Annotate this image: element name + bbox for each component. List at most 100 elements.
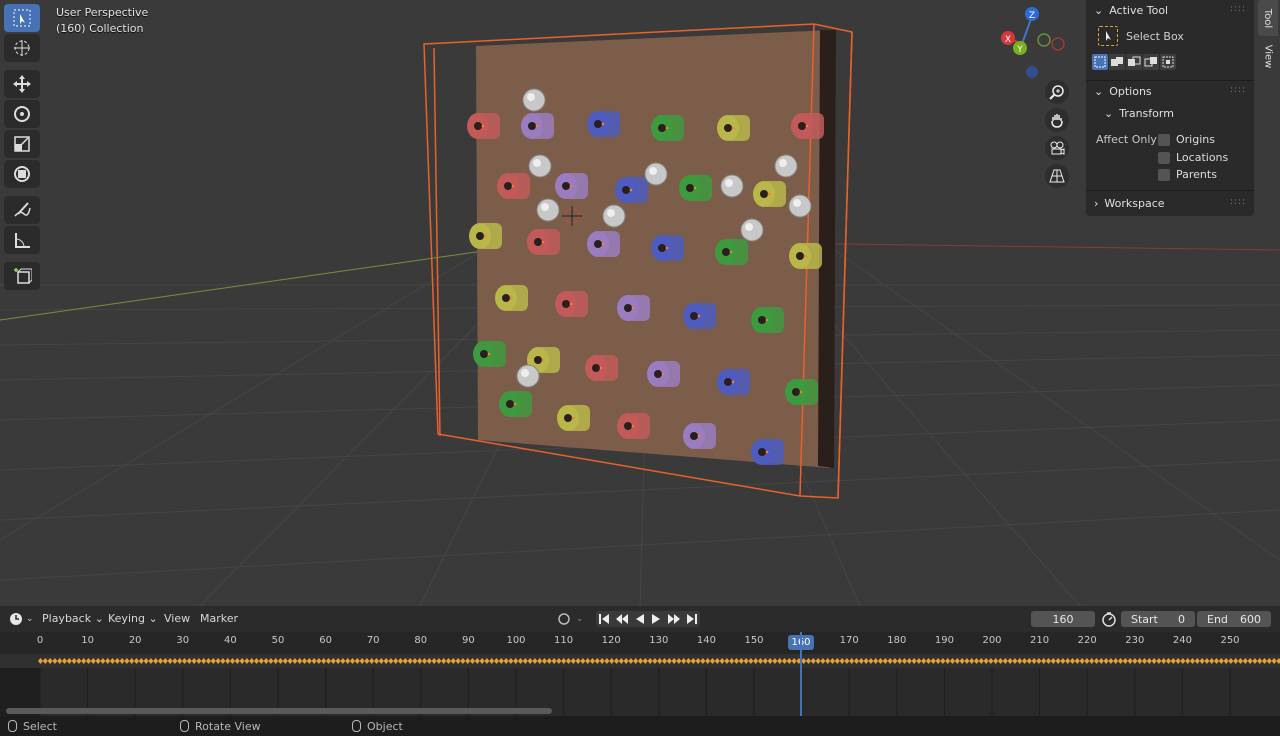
move-tool-button[interactable] bbox=[4, 70, 40, 98]
horizontal-scrollbar[interactable] bbox=[6, 708, 552, 714]
workspace-header[interactable]: › Workspace bbox=[1094, 197, 1165, 210]
end-frame-field[interactable]: End 600 bbox=[1197, 611, 1271, 627]
pan-view-button[interactable] bbox=[1045, 108, 1069, 132]
jump-end-icon[interactable] bbox=[686, 613, 698, 625]
summary-keyframes-row[interactable] bbox=[0, 654, 1280, 668]
peg-cylinder[interactable] bbox=[751, 439, 784, 465]
affect-locations-checkbox[interactable]: Locations bbox=[1158, 151, 1228, 164]
start-frame-field[interactable]: Start 0 bbox=[1121, 611, 1195, 627]
ball-sphere[interactable] bbox=[774, 154, 798, 178]
playhead-line[interactable] bbox=[800, 632, 802, 716]
keying-menu[interactable]: Keying ⌄ bbox=[108, 612, 158, 625]
peg-cylinder[interactable] bbox=[717, 369, 750, 395]
ball-sphere[interactable] bbox=[522, 88, 546, 112]
ball-sphere[interactable] bbox=[644, 162, 668, 186]
transform-header[interactable]: ⌄ Transform bbox=[1104, 107, 1174, 120]
play-reverse-icon[interactable] bbox=[634, 613, 646, 625]
ball-sphere[interactable] bbox=[536, 198, 560, 222]
drag-handle-icon[interactable]: :::: bbox=[1230, 4, 1246, 14]
tab-tool[interactable]: Tool bbox=[1258, 0, 1278, 36]
peg-cylinder[interactable] bbox=[751, 307, 784, 333]
add-cube-tool-button[interactable] bbox=[4, 262, 40, 290]
ball-sphere[interactable] bbox=[788, 194, 812, 218]
sphere-highlight bbox=[541, 203, 549, 211]
peg-cylinder[interactable] bbox=[469, 223, 502, 249]
peg-cylinder[interactable] bbox=[521, 113, 554, 139]
neg-x-axis-icon[interactable] bbox=[1051, 37, 1065, 51]
ball-sphere[interactable] bbox=[740, 218, 764, 242]
prev-keyframe-icon[interactable] bbox=[615, 613, 629, 625]
mode-subtract-button[interactable] bbox=[1126, 54, 1142, 70]
current-frame-field[interactable]: 160 bbox=[1031, 611, 1095, 627]
frame-ruler[interactable]: 0 10 20 30 40 50 60 70 80 90 100 110 120 130 140 150 170… bbox=[0, 632, 1280, 654]
peg-cylinder[interactable] bbox=[587, 111, 620, 137]
drag-handle-icon[interactable]: :::: bbox=[1230, 197, 1246, 207]
3d-cursor-icon[interactable] bbox=[562, 206, 582, 226]
select-box-tool-icon[interactable] bbox=[1098, 26, 1118, 46]
camera-view-button[interactable] bbox=[1045, 136, 1069, 160]
peg-cylinder[interactable] bbox=[791, 113, 824, 139]
peg-cylinder[interactable] bbox=[789, 243, 822, 269]
peg-cylinder[interactable] bbox=[785, 379, 818, 405]
options-header[interactable]: ⌄ Options bbox=[1094, 85, 1152, 98]
auto-keying-toggle[interactable]: ⌄ bbox=[556, 611, 584, 627]
keyframe-diamond bbox=[1257, 658, 1263, 664]
peg-cylinder[interactable] bbox=[555, 173, 588, 199]
zoom-view-button[interactable] bbox=[1045, 80, 1069, 104]
peg-cylinder[interactable] bbox=[683, 423, 716, 449]
tab-view[interactable]: View bbox=[1258, 38, 1278, 74]
neg-z-axis-icon[interactable] bbox=[1026, 66, 1038, 78]
scale-tool-button[interactable] bbox=[4, 130, 40, 158]
neg-y-axis-icon[interactable] bbox=[1037, 33, 1051, 47]
peg-cylinder[interactable] bbox=[715, 239, 748, 265]
peg-cylinder[interactable] bbox=[683, 303, 716, 329]
mode-invert-button[interactable] bbox=[1143, 54, 1159, 70]
peg-cylinder[interactable] bbox=[499, 391, 532, 417]
jump-start-icon[interactable] bbox=[598, 613, 610, 625]
peg-cylinder[interactable] bbox=[647, 361, 680, 387]
view-menu[interactable]: View bbox=[164, 612, 190, 625]
peg-cylinder[interactable] bbox=[717, 115, 750, 141]
peg-cylinder[interactable] bbox=[651, 115, 684, 141]
peg-cylinder[interactable] bbox=[495, 285, 528, 311]
peg-cylinder[interactable] bbox=[679, 175, 712, 201]
mode-extend-button[interactable] bbox=[1109, 54, 1125, 70]
peg-cylinder[interactable] bbox=[617, 413, 650, 439]
ball-sphere[interactable] bbox=[516, 364, 540, 388]
editor-type-button[interactable]: ⌄ bbox=[8, 611, 34, 627]
mode-intersect-button[interactable] bbox=[1160, 54, 1176, 70]
cursor-tool-button[interactable] bbox=[4, 34, 40, 62]
peg-cylinder[interactable] bbox=[753, 181, 786, 207]
perspective-toggle-button[interactable] bbox=[1045, 164, 1069, 188]
marker-menu[interactable]: Marker bbox=[200, 612, 238, 625]
play-icon[interactable] bbox=[650, 613, 662, 625]
transform-tool-button[interactable] bbox=[4, 160, 40, 188]
rotate-tool-button[interactable] bbox=[4, 100, 40, 128]
peg-cylinder[interactable] bbox=[555, 291, 588, 317]
peg-cylinder[interactable] bbox=[527, 229, 560, 255]
peg-cylinder[interactable] bbox=[497, 173, 530, 199]
peg-cylinder[interactable] bbox=[467, 113, 500, 139]
active-tool-header[interactable]: ⌄ Active Tool bbox=[1094, 4, 1168, 17]
ball-sphere[interactable] bbox=[602, 204, 626, 228]
navigation-gizmo[interactable]: Z X Y bbox=[996, 4, 1068, 80]
peg-cylinder[interactable] bbox=[617, 295, 650, 321]
drag-handle-icon[interactable]: :::: bbox=[1230, 85, 1246, 95]
peg-cylinder[interactable] bbox=[557, 405, 590, 431]
peg-cylinder[interactable] bbox=[585, 355, 618, 381]
select-box-tool-button[interactable] bbox=[4, 4, 40, 32]
playback-menu[interactable]: Playback ⌄ bbox=[42, 612, 104, 625]
peg-cylinder[interactable] bbox=[587, 231, 620, 257]
peg-cylinder[interactable] bbox=[615, 177, 648, 203]
peg-cylinder[interactable] bbox=[473, 341, 506, 367]
ball-sphere[interactable] bbox=[528, 154, 552, 178]
mode-set-button[interactable] bbox=[1092, 54, 1108, 70]
stopwatch-icon[interactable] bbox=[1101, 611, 1117, 627]
next-keyframe-icon[interactable] bbox=[667, 613, 681, 625]
affect-parents-checkbox[interactable]: Parents bbox=[1158, 168, 1217, 181]
annotate-tool-button[interactable] bbox=[4, 196, 40, 224]
ball-sphere[interactable] bbox=[720, 174, 744, 198]
affect-origins-checkbox[interactable]: Origins bbox=[1158, 133, 1215, 146]
measure-tool-button[interactable] bbox=[4, 226, 40, 254]
peg-cylinder[interactable] bbox=[651, 235, 684, 261]
